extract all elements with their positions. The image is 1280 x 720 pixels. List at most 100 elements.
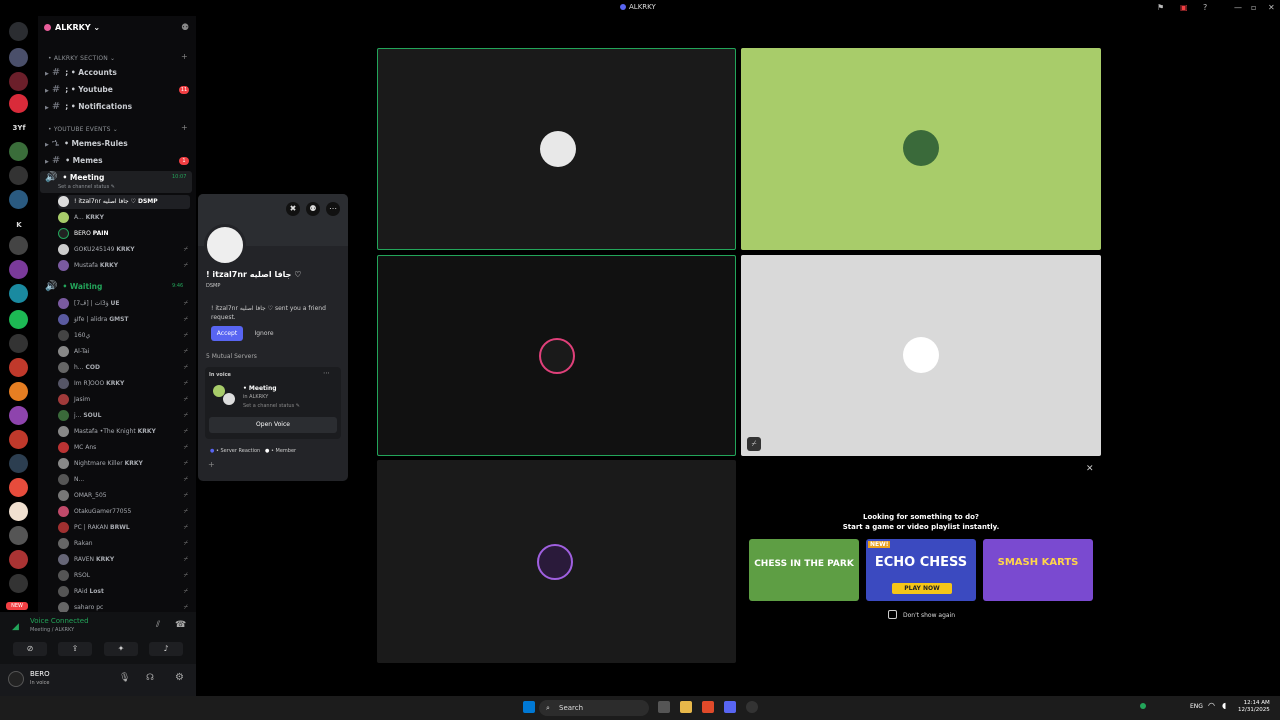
server-icon[interactable] [9, 284, 28, 303]
close-icon[interactable]: ✕ [1086, 464, 1094, 474]
activity-card[interactable]: SMASH KARTS [983, 539, 1093, 601]
home-icon[interactable] [9, 22, 28, 41]
server-icon[interactable] [9, 454, 28, 473]
voice-user[interactable]: Nightmare Killer KRKY ⌿ [58, 457, 190, 471]
voice-user[interactable]: N... ⌿ [58, 473, 190, 487]
mutual-servers[interactable]: 5 Mutual Servers [206, 353, 257, 360]
help-icon[interactable]: ? [1203, 3, 1207, 12]
inbox-icon[interactable]: ⚑ [1157, 3, 1164, 12]
more-icon[interactable]: ⋯ [326, 202, 340, 216]
video-tile[interactable]: ⌿ [741, 255, 1101, 456]
screen-share-button[interactable]: ⇪ [58, 642, 92, 656]
add-channel-icon[interactable]: + [181, 52, 188, 61]
server-icon[interactable] [9, 574, 28, 593]
minimize-button[interactable]: — [1234, 3, 1242, 12]
channel-status[interactable]: Set a channel status ✎ [58, 184, 115, 190]
status-icon[interactable] [1140, 703, 1146, 709]
camera-button[interactable]: ⊘ [13, 642, 47, 656]
voice-user[interactable]: RAid Lost ⌿ [58, 585, 190, 599]
server-name[interactable]: ALKRKY ⌄ [44, 23, 100, 32]
video-tile[interactable] [377, 255, 736, 456]
server-icon[interactable] [9, 236, 28, 255]
server-icon[interactable] [9, 190, 28, 209]
server-icon[interactable] [9, 260, 28, 279]
activity-card[interactable]: NEW! ECHO CHESS PLAY NOW [866, 539, 976, 601]
video-tile[interactable] [377, 460, 736, 663]
discord-icon[interactable] [724, 701, 736, 713]
voice-user[interactable]: Al-Tai ⌿ [58, 345, 190, 359]
category-youtube-events[interactable]: • YOUTUBE EVENTS ⌄ [48, 126, 118, 133]
voice-user[interactable]: Mastafa •The Knight KRKY ⌿ [58, 425, 190, 439]
channel-notifications[interactable]: ▶ #; • Notifications [45, 101, 132, 112]
server-icon[interactable] [9, 358, 28, 377]
voice-status-subtitle[interactable]: Meeting / ALKRKY [30, 627, 74, 633]
server-icon[interactable] [9, 526, 28, 545]
file-explorer-icon[interactable] [680, 701, 692, 713]
voice-user[interactable]: RAVEN KRKY ⌿ [58, 553, 190, 567]
video-tile[interactable] [741, 48, 1101, 250]
remove-friend-icon[interactable]: ✖ [286, 202, 300, 216]
voice-user[interactable]: A... KRKY [58, 211, 190, 225]
server-icon[interactable] [9, 478, 28, 497]
soundboard-button[interactable]: ♪ [149, 642, 183, 656]
server-icon[interactable]: 3Yf [8, 124, 30, 132]
add-role-icon[interactable]: + [208, 460, 215, 469]
dont-show-checkbox[interactable] [888, 610, 897, 619]
screen-icon[interactable]: ▣ [1180, 3, 1188, 12]
voice-user[interactable]: ؤIfe | alidra GMST ⌿ [58, 313, 190, 327]
server-icon[interactable] [9, 142, 28, 161]
voice-user[interactable]: j... SOUL ⌿ [58, 409, 190, 423]
server-icon[interactable] [9, 94, 28, 113]
voice-user[interactable]: RSOL ⌿ [58, 569, 190, 583]
activities-button[interactable]: ✦ [104, 642, 138, 656]
server-icon[interactable] [9, 72, 28, 91]
voice-user[interactable]: ؤ3ات | [ڦ7] UE ⌿ [58, 297, 190, 311]
clock[interactable]: 12:14 AM 12/31/2025 [1238, 700, 1270, 714]
wifi-icon[interactable]: ◠ [1208, 701, 1215, 710]
server-icon[interactable] [9, 550, 28, 569]
channel-youtube[interactable]: ▶ #; • Youtube [45, 84, 113, 95]
signal-icon[interactable]: ◢ [12, 622, 19, 632]
voice-user[interactable]: OtakuGamer77055 ⌿ [58, 505, 190, 519]
voice-user[interactable]: BERO PAIN [58, 227, 190, 241]
avatar[interactable] [204, 224, 246, 266]
voice-user[interactable]: ! itzal7nr جافا اصليه ♡ DSMP [58, 195, 190, 209]
server-icon[interactable] [9, 310, 28, 329]
server-icon[interactable] [9, 502, 28, 521]
voice-channel-waiting[interactable]: 🔊 • Waiting [45, 281, 102, 292]
voice-user[interactable]: MC Ans ⌿ [58, 441, 190, 455]
obs-icon[interactable] [746, 701, 758, 713]
channel-memes[interactable]: ▶ # • Memes [45, 155, 103, 166]
settings-gear-icon[interactable]: ⚙ [175, 672, 184, 683]
open-voice-button[interactable]: Open Voice [209, 417, 337, 433]
voice-user[interactable]: OMAR_505 ⌿ [58, 489, 190, 503]
avatar[interactable] [8, 671, 24, 687]
channel-accounts[interactable]: ▶ #; • Accounts [45, 67, 117, 78]
more-icon[interactable]: ⋯ [323, 369, 330, 377]
server-icon[interactable] [9, 48, 28, 67]
close-button[interactable]: ✕ [1268, 3, 1275, 12]
voice-user[interactable]: Im R]OOO KRKY ⌿ [58, 377, 190, 391]
voice-user[interactable]: Mustafa KRKY ⌿ [58, 259, 190, 273]
headset-icon[interactable]: ☊ [146, 673, 154, 683]
play-now-button[interactable]: PLAY NOW [892, 583, 952, 594]
voice-user[interactable]: Rakan ⌿ [58, 537, 190, 551]
server-icon[interactable] [9, 166, 28, 185]
voice-user[interactable]: PC | RAKAN BRWL ⌿ [58, 521, 190, 535]
voice-user[interactable]: h... COD ⌿ [58, 361, 190, 375]
ignore-button[interactable]: Ignore [248, 326, 280, 341]
video-tile[interactable] [377, 48, 736, 250]
channel-memes-rules[interactable]: ▶ ኄ • Memes-Rules [45, 138, 128, 149]
taskbar-search[interactable]: ⌕ Search [539, 700, 649, 716]
brave-icon[interactable] [702, 701, 714, 713]
disconnect-icon[interactable]: ☎ [175, 620, 186, 630]
server-icon[interactable] [9, 430, 28, 449]
server-icon[interactable] [9, 382, 28, 401]
windows-start-icon[interactable] [523, 701, 535, 713]
add-friend-icon[interactable]: ⚉ [306, 202, 320, 216]
volume-icon[interactable]: ◖ [1222, 701, 1226, 710]
voice-user[interactable]: GOKU245149 KRKY ⌿ [58, 243, 190, 257]
accept-button[interactable]: Accept [211, 326, 243, 341]
noise-suppression-icon[interactable]: ⫽ [156, 620, 160, 630]
add-member-icon[interactable]: ⚉ [181, 23, 189, 33]
